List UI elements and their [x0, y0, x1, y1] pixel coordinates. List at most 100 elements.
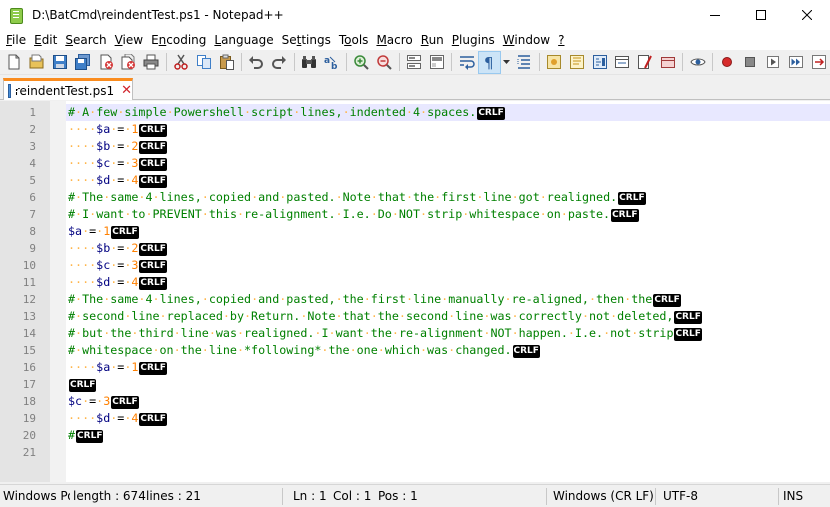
find-button[interactable]	[298, 51, 321, 74]
indent-guide-button[interactable]	[513, 51, 536, 74]
menu-help[interactable]: ?	[554, 30, 568, 50]
code-line-area[interactable]: $a·=·1 CRLF	[66, 223, 830, 240]
menu-encoding[interactable]: Encoding	[147, 30, 210, 50]
code-line[interactable]: 3 ····$b·=·2 CRLF	[0, 138, 830, 155]
whitespace-dot: ·	[420, 343, 428, 357]
doc-switcher-button[interactable]	[657, 51, 680, 74]
code-line[interactable]: 15 #·whitespace·on·the·line·*following*·t…	[0, 342, 830, 359]
code-line[interactable]: 2 ····$a·=·1 CRLF	[0, 121, 830, 138]
folder-as-workspace-button[interactable]	[611, 51, 634, 74]
code-line-area[interactable]: # CRLF	[66, 427, 830, 444]
code-line-area[interactable]: ····$a·=·1 CRLF	[66, 121, 830, 138]
menu-run[interactable]: Run	[417, 30, 448, 50]
status-eol-format[interactable]: Windows (CR LF)	[553, 485, 654, 507]
code-line-area[interactable]: #·whitespace·on·the·line·*following*·the…	[66, 342, 830, 359]
code-line-area[interactable]: ····$c·=·3 CRLF	[66, 155, 830, 172]
maximize-button[interactable]	[738, 0, 784, 30]
code-line[interactable]: 9 ····$b·=·2 CRLF	[0, 240, 830, 257]
code-line[interactable]: 12 #·The·same·4·lines,·copied·and·pasted,…	[0, 291, 830, 308]
redo-button[interactable]	[268, 51, 291, 74]
code-line-area[interactable]: #·I·want·to·PREVENT·this·re-alignment.·I…	[66, 206, 830, 223]
zoom-in-button[interactable]	[350, 51, 373, 74]
undo-button[interactable]	[245, 51, 268, 74]
code-line[interactable]: 17 CRLF	[0, 376, 830, 393]
macro-run-multiple-button[interactable]	[784, 51, 807, 74]
code-line-area[interactable]: ····$a·=·1 CRLF	[66, 359, 830, 376]
show-all-dropdown[interactable]	[501, 51, 513, 74]
code-line-area[interactable]: #·The·same·4·lines,·copied·and·pasted.·N…	[66, 189, 830, 206]
zoom-out-button[interactable]	[373, 51, 396, 74]
code-line[interactable]: 1 #·A·few·simple·Powershell·script·lines,…	[0, 104, 830, 121]
code-line-area[interactable]: #·but·the·third·line·was·realigned.·I·wa…	[66, 325, 830, 342]
code-line[interactable]: 14 #·but·the·third·line·was·realigned.·I·…	[0, 325, 830, 342]
show-all-characters-button[interactable]: ¶	[478, 50, 501, 74]
paste-button[interactable]	[215, 51, 238, 74]
cut-button[interactable]	[170, 51, 193, 74]
menu-search[interactable]: Search	[61, 30, 110, 50]
tab-close-icon[interactable]: ✕	[121, 84, 132, 97]
code-line[interactable]: 6 #·The·same·4·lines,·copied·and·pasted.·…	[0, 189, 830, 206]
status-encoding[interactable]: UTF-8	[663, 485, 698, 507]
save-all-button[interactable]	[71, 51, 94, 74]
macro-record-button[interactable]	[716, 51, 739, 74]
code-line[interactable]: 10 ····$c·=·3 CRLF	[0, 257, 830, 274]
code-line-area[interactable]: ····$c·=·3 CRLF	[66, 257, 830, 274]
status-insert-mode[interactable]: INS	[783, 485, 803, 507]
menu-file[interactable]: File	[2, 30, 30, 50]
print-button[interactable]	[140, 51, 163, 74]
new-file-button[interactable]	[3, 51, 26, 74]
code-line-area[interactable]: #·second·line·replaced·by·Return.·Note·t…	[66, 308, 830, 325]
code-line[interactable]: 20 # CRLF	[0, 427, 830, 444]
macro-save-button[interactable]	[807, 51, 830, 74]
menu-view[interactable]: View	[111, 30, 147, 50]
code-line-area[interactable]: ····$d·=·4 CRLF	[66, 274, 830, 291]
copy-button[interactable]	[192, 51, 215, 74]
monitoring-button[interactable]	[634, 51, 657, 74]
close-file-button[interactable]	[94, 51, 117, 74]
menu-plugins[interactable]: Plugins	[448, 30, 499, 50]
code-line[interactable]: 18 $c·=·3 CRLF	[0, 393, 830, 410]
macro-play-button[interactable]	[762, 51, 785, 74]
tab-reindenttest-ps1[interactable]: reindentTest.ps1 ✕	[3, 78, 133, 100]
code-line-area[interactable]: ····$b·=·2 CRLF	[66, 138, 830, 155]
code-line[interactable]: 8 $a·=·1 CRLF	[0, 223, 830, 240]
menu-window[interactable]: Window	[499, 30, 554, 50]
user-defined-language-button[interactable]	[543, 51, 566, 74]
sync-vertical-button[interactable]	[403, 51, 426, 74]
code-line-area[interactable]: CRLF	[66, 376, 830, 393]
code-line[interactable]: 5 ····$d·=·4 CRLF	[0, 172, 830, 189]
sync-horizontal-button[interactable]	[425, 51, 448, 74]
menu-tools[interactable]: Tools	[335, 30, 373, 50]
function-list-button[interactable]	[588, 51, 611, 74]
code-line-area[interactable]: $c·=·3 CRLF	[66, 393, 830, 410]
code-line-area[interactable]: ····$d·=·4 CRLF	[66, 172, 830, 189]
code-line[interactable]: 19 ····$d·=·4 CRLF	[0, 410, 830, 427]
document-map-button[interactable]	[565, 51, 588, 74]
close-button[interactable]	[784, 0, 830, 30]
code-line[interactable]: 16 ····$a·=·1 CRLF	[0, 359, 830, 376]
code-line-area[interactable]: ····$d·=·4 CRLF	[66, 410, 830, 427]
code-line[interactable]: 4 ····$c·=·3 CRLF	[0, 155, 830, 172]
notepadpp-app-icon[interactable]	[8, 7, 24, 24]
menu-settings[interactable]: Settings	[278, 30, 335, 50]
code-line-area[interactable]: ····$b·=·2 CRLF	[66, 240, 830, 257]
close-all-button[interactable]	[117, 51, 140, 74]
minimize-button[interactable]	[692, 0, 738, 30]
code-line-area[interactable]: #·A·few·simple·Powershell·script·lines,·…	[66, 104, 830, 121]
code-line[interactable]: 13 #·second·line·replaced·by·Return.·Note…	[0, 308, 830, 325]
replace-button[interactable]: ab	[320, 51, 343, 74]
code-line[interactable]: 11 ····$d·=·4 CRLF	[0, 274, 830, 291]
menu-language[interactable]: Language	[210, 30, 277, 50]
editor-area[interactable]: 1 #·A·few·simple·Powershell·script·lines,…	[0, 101, 830, 482]
menu-edit[interactable]: Edit	[30, 30, 61, 50]
code-line[interactable]: 21	[0, 444, 830, 461]
save-button[interactable]	[49, 51, 72, 74]
code-line[interactable]: 7 #·I·want·to·PREVENT·this·re-alignment.·…	[0, 206, 830, 223]
view-in-browser-button[interactable]	[686, 51, 709, 74]
word-wrap-button[interactable]	[455, 51, 478, 74]
macro-stop-button[interactable]	[739, 51, 762, 74]
menu-macro[interactable]: Macro	[372, 30, 416, 50]
open-file-button[interactable]	[26, 51, 49, 74]
code-line-area[interactable]	[66, 444, 830, 461]
code-line-area[interactable]: #·The·same·4·lines,·copied·and·pasted,·t…	[66, 291, 830, 308]
